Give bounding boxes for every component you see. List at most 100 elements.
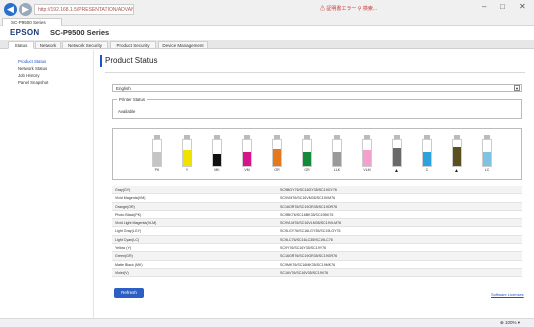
ink-cartridge: MK [211, 135, 223, 175]
ink-name: Light Cyan(LC) [115, 237, 140, 242]
table-row: Green(GR) SC16GR76/SC19GR35/SC19GR76 [112, 252, 522, 261]
printer-status-box: Printer Status Available [112, 97, 522, 119]
printer-status-value: Available [118, 109, 136, 114]
ink-label: LC [484, 168, 490, 172]
tab-network[interactable]: Network [35, 41, 61, 49]
ink-name: Matte Black (MK) [115, 262, 143, 267]
ink-part-number: SC16GR76/SC19GR35/SC19GR76 [280, 254, 338, 259]
page-header: EPSON SC-P9500 Series [0, 26, 534, 40]
table-row: Matte Black (MK) SC9MK76/SC16MK35/SC19MK7… [112, 261, 522, 269]
ink-cartridge: PK [151, 135, 163, 175]
ink-name: Photo Black(PK) [115, 212, 142, 217]
refresh-button[interactable]: Refresh [114, 288, 144, 298]
tab-status[interactable]: Status [8, 41, 34, 49]
ink-level-fill [483, 151, 491, 166]
ink-cartridge: OR [271, 135, 283, 175]
table-row: Gray(GY) SC9BGY76/SC16GY35/SC19GY76 [112, 186, 522, 195]
sidebar-item-product-status[interactable]: Product Status [18, 59, 46, 64]
ink-cartridge: ▲ [391, 135, 403, 175]
chevron-down-icon[interactable]: ▼ [514, 85, 520, 91]
ink-part-number: SC9VM76/SC16VM35/SC19VM76 [280, 196, 336, 201]
ink-tank [332, 139, 342, 167]
address-extra[interactable]: ⚠ 証明書エラー ⚲ 検索... [320, 4, 377, 15]
table-row: Yellow (Y) SC9Y76/SC16Y35/SC19Y76 [112, 244, 522, 253]
ink-label: Y [185, 168, 189, 172]
forward-icon[interactable]: ▶ [19, 3, 32, 16]
warning-icon: ▲ [394, 168, 399, 174]
ink-cartridge: C [421, 135, 433, 175]
title-accent [100, 55, 102, 67]
status-bar: ⊕ 100% ▾ [0, 318, 534, 327]
table-row: Vivid Light Magenta(VLM) SC9VLM76/SC16VLM… [112, 219, 522, 228]
ink-level-fill [303, 151, 311, 166]
language-value: English [116, 86, 131, 91]
sidebar-item-panel-snapshot[interactable]: Panel Snapshot [18, 80, 48, 85]
ink-tank [182, 139, 192, 167]
zoom-level[interactable]: ⊕ 100% ▾ [500, 320, 520, 326]
ink-name: Gray(GY) [115, 188, 131, 192]
ink-label: GR [304, 168, 310, 172]
maximize-icon[interactable]: □ [500, 2, 505, 11]
tab-network-security[interactable]: Network Security [62, 41, 108, 49]
ink-level-fill [213, 154, 221, 166]
ink-label: LLK [333, 168, 341, 172]
sidebar-item-job-history[interactable]: Job History [18, 73, 40, 78]
sidebar-item-network-status[interactable]: Network Status [18, 66, 47, 71]
page-title: Product Status [105, 56, 158, 65]
address-bar[interactable]: http://192.168.1.5/PRESENTATION/ADVANCED… [34, 4, 134, 15]
tab-device-management[interactable]: Device Management [158, 41, 208, 49]
ink-level-fill [363, 150, 371, 166]
ink-name: Yellow (Y) [115, 246, 132, 251]
software-licenses-link[interactable]: Software Licenses [491, 292, 524, 297]
ink-label: C [425, 168, 429, 172]
ink-tank [272, 139, 282, 167]
ink-level-fill [393, 147, 401, 166]
table-row: Light Cyan(LC) SC9LC76/SC16LC35/SC19LC76 [112, 235, 522, 245]
table-row: Orange(OR) SC16OR76/SC19OR35/SC19OR76 [112, 202, 522, 211]
minimize-icon[interactable]: – [482, 2, 486, 11]
back-icon[interactable]: ◀ [4, 3, 17, 16]
ink-tank [452, 139, 462, 167]
ink-part-number: SC16OR76/SC19OR35/SC19OR76 [280, 204, 338, 209]
epson-logo: EPSON [10, 28, 40, 37]
ink-cartridge: VLM [361, 135, 373, 175]
ink-tank [212, 139, 222, 167]
browser-tab[interactable]: SC-P9500 Series [2, 18, 62, 26]
sidebar: Product Status Network Status Job Histor… [0, 50, 86, 327]
ink-tank [482, 139, 492, 167]
ink-name: Vivid Magenta(VM) [115, 196, 146, 201]
ink-cartridge: LC [481, 135, 493, 175]
ink-name: Green(GR) [115, 254, 133, 259]
browser-chrome: ◀ ▶ http://192.168.1.5/PRESENTATION/ADVA… [0, 0, 534, 26]
ink-name: Orange(OR) [115, 204, 135, 209]
ink-tank [362, 139, 372, 167]
ink-part-number: SC9LC76/SC16LC35/SC19LC76 [280, 237, 333, 242]
ink-label: MK [214, 168, 220, 172]
ink-cartridge: LLK [331, 135, 343, 175]
table-row: Light Gray(LGY) SC9LGY76/SC16LGY35/SC19LG… [112, 227, 522, 236]
ink-cartridge: Y [181, 135, 193, 175]
ink-tank [152, 139, 162, 167]
ink-label: VM [244, 168, 250, 172]
ink-part-number: SC9BK76/SC16BK35/SC19BK76 [280, 212, 334, 217]
ink-label: VLM [363, 168, 371, 172]
ink-level-fill [183, 150, 191, 166]
ink-part-number: SC9BGY76/SC16GY35/SC19GY76 [280, 188, 337, 192]
table-row: Photo Black(PK) SC9BK76/SC16BK35/SC19BK76 [112, 211, 522, 220]
ink-part-number: SC9MK76/SC16MK35/SC19MK76 [280, 262, 336, 267]
ink-cartridge: ▲ [451, 135, 463, 175]
ink-label: PK [154, 168, 160, 172]
ink-tank [302, 139, 312, 167]
tab-product-security[interactable]: Product Security [110, 41, 156, 49]
ink-table: Gray(GY) SC9BGY76/SC16GY35/SC19GY76 Vivid … [112, 186, 522, 278]
ink-name: Vivid Light Magenta(VLM) [115, 221, 157, 226]
close-icon[interactable]: ✕ [519, 2, 526, 11]
ink-part-number: SC9Y76/SC16Y35/SC19Y76 [280, 246, 327, 251]
ink-cartridge: GR [301, 135, 313, 175]
ink-part-number: SC9VLM76/SC16VLM35/SC19VLM76 [280, 221, 342, 226]
ink-level-fill [153, 151, 161, 166]
ink-level-fill [333, 151, 341, 166]
ink-cartridge: VM [241, 135, 253, 175]
ink-tank [392, 139, 402, 167]
language-select[interactable]: English ▼ [112, 84, 522, 92]
